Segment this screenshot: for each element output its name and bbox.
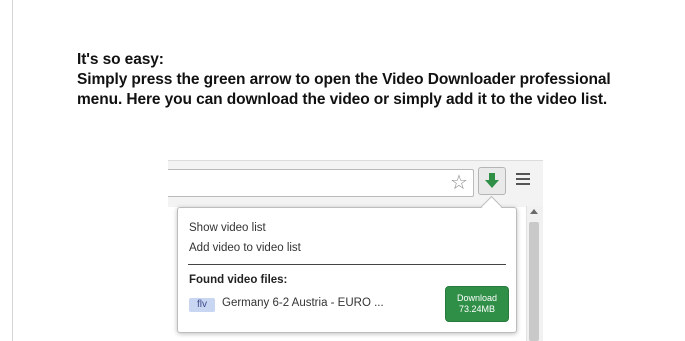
video-downloader-popup: Show video list Add video to video list … — [177, 207, 517, 333]
download-file-size: 73.24MB — [458, 304, 496, 314]
download-button[interactable]: Download 73.24MB — [445, 286, 509, 322]
video-file-title: Germany 6-2 Austria - EURO ... — [222, 297, 384, 309]
download-button-label: Download — [456, 293, 498, 303]
intro-line-1: Simply press the green arrow to open the… — [77, 71, 611, 88]
intro-heading: It's so easy: — [77, 51, 164, 68]
green-down-arrow-icon — [485, 173, 499, 188]
intro-line-2: menu. Here you can download the video or… — [77, 91, 608, 108]
show-video-list-link[interactable]: Show video list — [189, 222, 266, 234]
tutorial-page: It's so easy: Simply press the green arr… — [0, 0, 685, 341]
scroll-up-arrow-icon[interactable] — [530, 209, 538, 214]
video-downloader-extension-button[interactable] — [478, 167, 506, 195]
intro-text: It's so easy: Simply press the green arr… — [77, 50, 667, 110]
popup-divider — [188, 264, 506, 265]
left-divider — [12, 0, 13, 341]
bookmark-star-icon[interactable]: ☆ — [448, 171, 470, 193]
found-video-files-label: Found video files: — [189, 274, 288, 286]
chrome-menu-icon[interactable] — [516, 173, 530, 187]
add-video-to-list-link[interactable]: Add video to video list — [189, 242, 301, 254]
address-bar[interactable] — [168, 169, 474, 197]
format-badge: flv — [189, 298, 215, 312]
scrollbar-thumb[interactable] — [529, 222, 539, 341]
